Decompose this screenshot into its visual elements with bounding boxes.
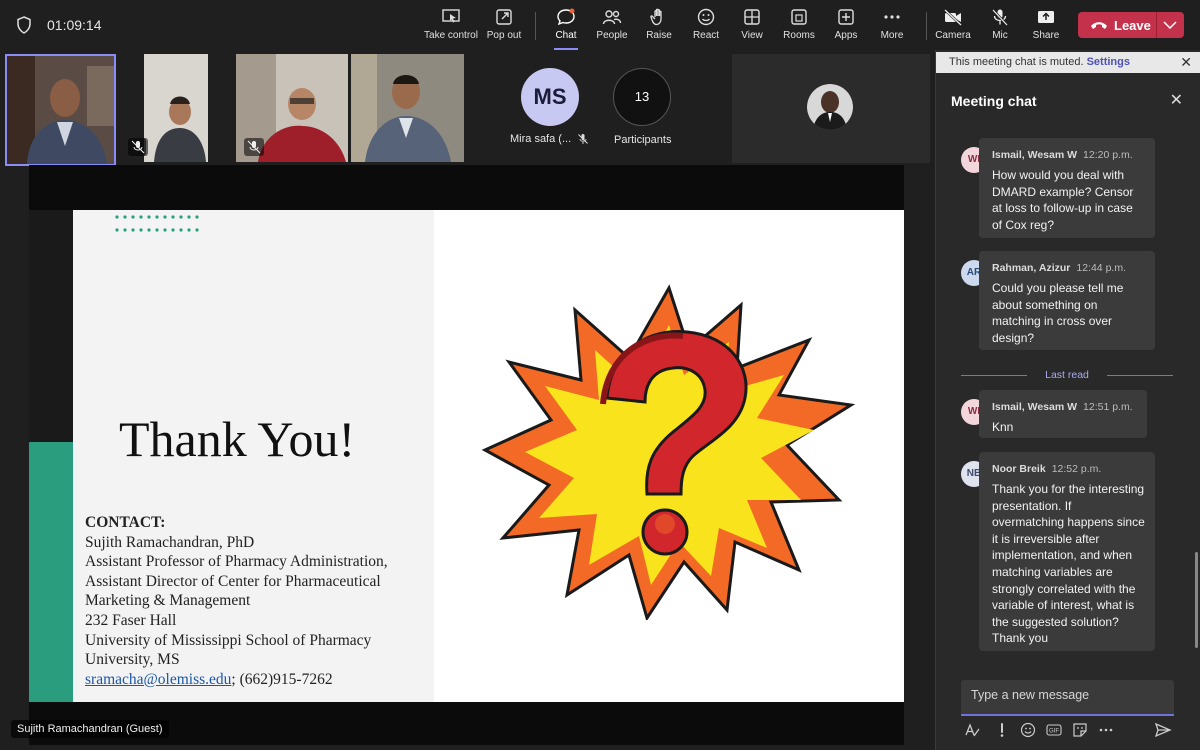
- participant-video: [351, 54, 464, 162]
- video-tile-presenter[interactable]: [5, 54, 116, 166]
- message-time: 12:20 p.m.: [1083, 149, 1133, 161]
- slide-title: Thank You!: [119, 411, 356, 467]
- participant-video: [7, 56, 114, 164]
- chat-muted-banner: This meeting chat is muted. Settings ✕: [936, 52, 1200, 73]
- chat-message[interactable]: Noor Breik 12:52 p.m. Thank you for the i…: [979, 452, 1155, 651]
- format-icon[interactable]: [964, 722, 980, 738]
- chat-scrollbar[interactable]: [1195, 552, 1198, 648]
- shield-icon: [17, 16, 31, 34]
- more-options-icon[interactable]: [1098, 722, 1114, 738]
- hang-up-icon: [1091, 22, 1107, 29]
- message-text: Could you please tell me about something…: [992, 281, 1124, 345]
- video-tile-participant-4[interactable]: [351, 54, 464, 162]
- send-icon[interactable]: [1154, 722, 1172, 738]
- message-author: Rahman, Azizur: [992, 262, 1071, 274]
- contact-block: CONTACT: Sujith Ramachandran, PhD Assist…: [85, 513, 430, 689]
- video-tile-participant-5[interactable]: [732, 54, 930, 163]
- grid-view-icon: [744, 9, 760, 25]
- chat-icon: [557, 8, 575, 26]
- mic-off-icon: [992, 9, 1008, 26]
- contact-line: Marketing & Management: [85, 592, 251, 610]
- contact-line: Assistant Professor of Pharmacy Administ…: [85, 553, 388, 571]
- message-text: Thank you for the interesting presentati…: [992, 482, 1145, 646]
- participant-video: [144, 54, 208, 162]
- take-control-button[interactable]: Take control: [421, 8, 481, 41]
- message-text: How would you deal with DMARD example? C…: [992, 168, 1134, 232]
- message-time: 12:44 p.m.: [1076, 262, 1126, 274]
- contact-line: Assistant Director of Center for Pharmac…: [85, 572, 381, 590]
- presenter-name-label: Sujith Ramachandran (Guest): [11, 720, 169, 738]
- message-input[interactable]: [969, 687, 1168, 703]
- contact-phone: ; (662)915-7262: [231, 670, 333, 688]
- emoji-icon[interactable]: [1020, 722, 1036, 738]
- message-time: 12:51 p.m.: [1083, 401, 1133, 413]
- decorative-dots: [115, 215, 199, 232]
- presentation-slide: Thank You! CONTACT: Sujith Ramachandran,…: [29, 210, 904, 702]
- message-text: Knn: [992, 420, 1014, 434]
- meeting-toolbar: 01:09:14 Take control Pop out Chat Peopl…: [0, 0, 1200, 50]
- participant-count[interactable]: 13: [613, 68, 671, 126]
- take-control-icon: [442, 9, 460, 23]
- smiley-icon: [697, 8, 715, 26]
- message-compose-box[interactable]: [961, 680, 1174, 716]
- mic-off-icon: [244, 138, 264, 156]
- sticker-icon[interactable]: [1072, 722, 1088, 738]
- important-icon[interactable]: [994, 722, 1010, 738]
- contact-email-line: sramacha@olemiss.edu; (662)915-7262: [85, 670, 430, 690]
- svg-text:GIF: GIF: [1049, 729, 1059, 735]
- contact-line: 232 Faser Hall: [85, 611, 177, 629]
- avatar[interactable]: MS: [521, 68, 579, 126]
- meeting-timer: 01:09:14: [47, 17, 102, 33]
- close-icon[interactable]: ✕: [1180, 54, 1192, 71]
- email-link[interactable]: sramacha@olemiss.edu: [85, 671, 231, 688]
- chevron-down-icon[interactable]: [1163, 21, 1177, 29]
- compose-toolbar: GIF: [964, 722, 1174, 742]
- chat-message[interactable]: Ismail, Wesam W 12:20 p.m. How would you …: [979, 138, 1155, 238]
- raise-hand-icon: [650, 8, 662, 26]
- message-author: Ismail, Wesam W: [992, 401, 1078, 413]
- pop-out-icon: [496, 9, 512, 25]
- participant-name: Mira safa (...: [510, 133, 572, 145]
- share-button[interactable]: Share: [1016, 8, 1076, 41]
- gif-icon[interactable]: GIF: [1046, 722, 1062, 738]
- more-button[interactable]: More: [862, 8, 922, 41]
- video-tile-participant-2[interactable]: [144, 54, 208, 162]
- leave-button[interactable]: Leave: [1078, 12, 1184, 38]
- contact-heading: CONTACT:: [85, 514, 166, 531]
- question-mark-illustration: [481, 284, 856, 620]
- chat-message[interactable]: Rahman, Azizur 12:44 p.m. Could you pleas…: [979, 251, 1155, 350]
- meeting-chat-panel: This meeting chat is muted. Settings ✕ M…: [935, 50, 1200, 750]
- rooms-icon: [791, 9, 807, 25]
- pop-out-button[interactable]: Pop out: [474, 8, 534, 41]
- close-icon[interactable]: ✕: [1170, 90, 1183, 110]
- contact-line: University, MS: [85, 651, 180, 669]
- shared-screen: Thank You! CONTACT: Sujith Ramachandran,…: [29, 165, 904, 745]
- mic-off-icon: [578, 134, 588, 144]
- participant-avatar-photo: [807, 84, 853, 130]
- more-icon: [884, 15, 900, 19]
- contact-line: Sujith Ramachandran, PhD: [85, 533, 255, 551]
- slide-accent-bar: [29, 442, 73, 702]
- message-time: 12:52 p.m.: [1051, 463, 1102, 475]
- participants-label: Participants: [614, 134, 672, 146]
- settings-link[interactable]: Settings: [1087, 56, 1130, 68]
- people-icon: [602, 10, 622, 25]
- slide-accent-bar: [29, 210, 73, 442]
- muted-text: This meeting chat is muted.: [949, 56, 1084, 68]
- mic-off-icon: [128, 138, 148, 156]
- plus-apps-icon: [838, 9, 854, 25]
- chat-message[interactable]: Ismail, Wesam W 12:51 p.m. Knn: [979, 390, 1147, 438]
- camera-off-icon: [944, 9, 962, 26]
- panel-title: Meeting chat: [951, 93, 1037, 109]
- share-screen-icon: [1038, 11, 1054, 23]
- message-author: Ismail, Wesam W: [992, 149, 1078, 161]
- last-read-divider: Last read: [961, 369, 1173, 381]
- contact-line: University of Mississippi School of Phar…: [85, 631, 372, 649]
- message-author: Noor Breik: [992, 463, 1046, 475]
